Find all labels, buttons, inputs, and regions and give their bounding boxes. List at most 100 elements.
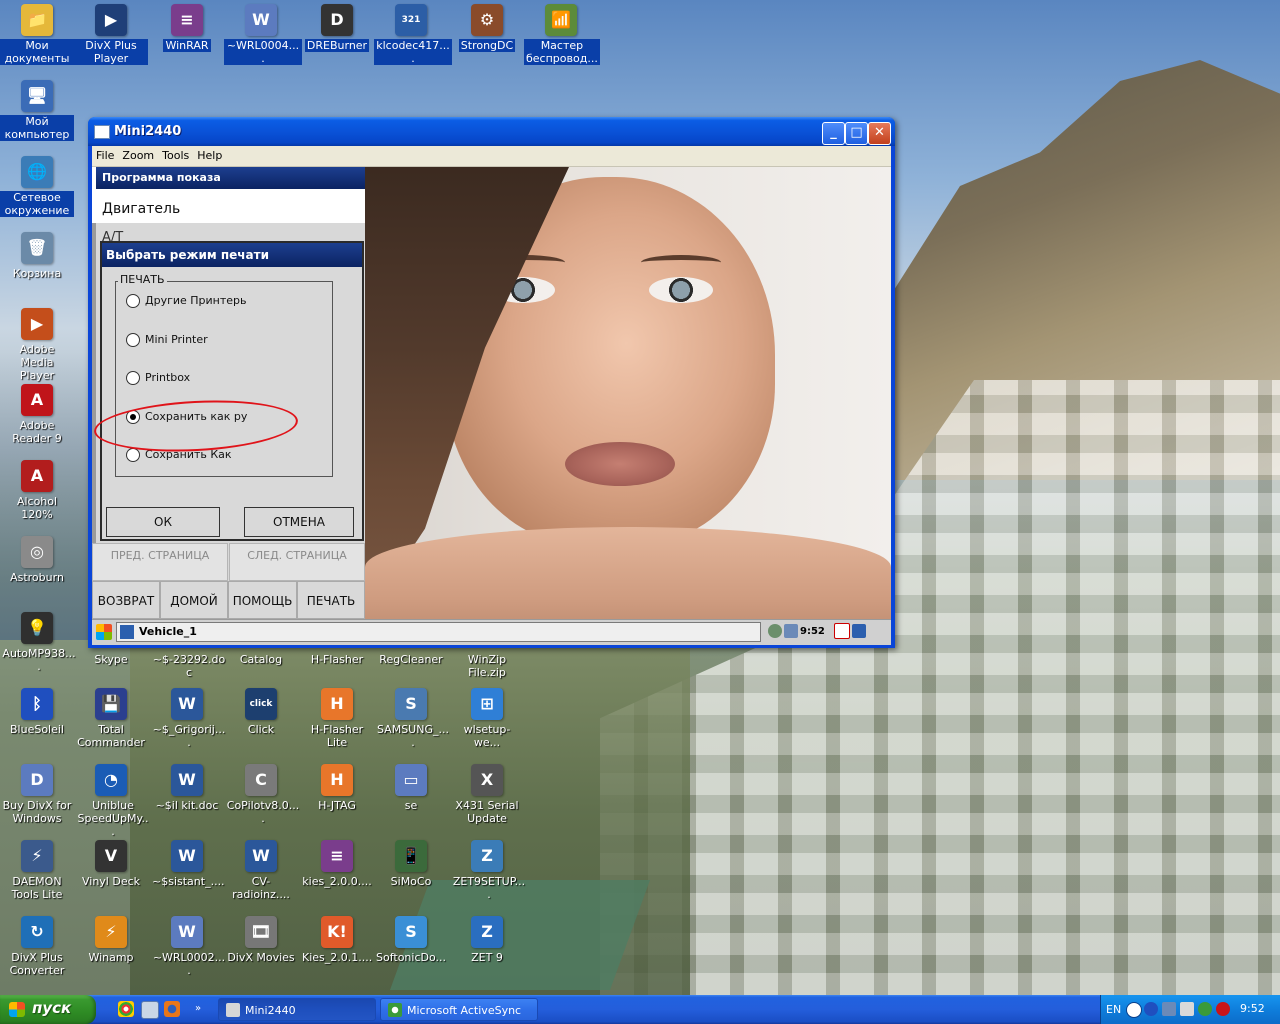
quicklaunch-overflow-icon[interactable]: »	[195, 1001, 205, 1017]
desktop-icon-adobe-reader[interactable]: A Adobe Reader 9	[0, 384, 74, 445]
window-titlebar[interactable]: Mini2440 _ □ ✕	[88, 117, 895, 146]
print-button[interactable]: ПЕЧАТЬ	[297, 581, 365, 619]
desktop-icon-astroburn[interactable]: ◎ Astroburn	[0, 536, 74, 584]
back-button[interactable]: ВОЗВРАТ	[92, 581, 160, 619]
device-task-vehicle[interactable]: Vehicle_1	[116, 622, 761, 642]
desktop-icon-uniblue[interactable]: ◔ Uniblue SpeedUpMy...	[74, 764, 148, 838]
desktop-icon-zet9setup[interactable]: Z ZET9SETUP....	[450, 840, 525, 901]
desktop-icon-x431[interactable]: X X431 Serial Update	[450, 764, 524, 825]
desktop-icon-label: ~$sistant_....	[152, 875, 225, 888]
desktop-icon-doc23292[interactable]: ~$-23292.doc	[150, 650, 225, 679]
tray-bluetooth-icon[interactable]	[1144, 1002, 1158, 1016]
device-sync-icon[interactable]	[784, 624, 798, 638]
desktop-icon-softonic[interactable]: S SoftonicDo...	[374, 916, 448, 964]
tray-activesync-icon[interactable]	[1198, 1002, 1212, 1016]
desktop-icon-network[interactable]: 🌐 Сетевое окружение	[0, 156, 74, 217]
chrome-icon[interactable]	[118, 1001, 134, 1017]
tray-volume-icon[interactable]	[1180, 1002, 1194, 1016]
radio-dot[interactable]	[126, 333, 140, 347]
desktop-icon-wlsetup[interactable]: ⊞ wlsetup-we...	[450, 688, 524, 749]
panel-item-engine[interactable]: Двигатель	[102, 201, 180, 217]
radio-save-as[interactable]: Сохранить Как	[126, 447, 232, 463]
tray-network-icon[interactable]	[1162, 1002, 1176, 1016]
desktop-icon-kies200[interactable]: ≡ kies_2.0.0....	[300, 840, 374, 888]
desktop-icon-sistant[interactable]: W ~$sistant_....	[150, 840, 225, 888]
radio-dot[interactable]	[126, 448, 140, 462]
desktop-icon-klcodec[interactable]: 321 klcodec417....	[374, 4, 452, 65]
radio-other-printers[interactable]: Другие Принтерь	[126, 293, 247, 309]
desktop-icon-bluesoleil[interactable]: ᛒ BlueSoleil	[0, 688, 74, 736]
tray-antivirus-icon[interactable]	[1216, 1002, 1230, 1016]
desktop-icon-adobe-media-player[interactable]: ▶ Adobe Media Player	[0, 308, 74, 382]
start-button[interactable]: пуск	[0, 995, 96, 1024]
desktop-icon-automp[interactable]: 💡 AutoMP938....	[0, 612, 76, 673]
desktop-icon-total-commander[interactable]: 💾 Total Commander	[74, 688, 148, 749]
tray-chevron-icon[interactable]	[1126, 1002, 1142, 1018]
device-pen-icon[interactable]	[834, 623, 851, 639]
desktop-icon-divx-movies[interactable]: 🎞 DivX Movies	[224, 916, 298, 964]
desktop-icon-recycle-bin[interactable]: 🗑 Корзина	[0, 232, 74, 280]
radio-save-as-py[interactable]: Сохранить как ру	[126, 409, 247, 425]
next-page-button[interactable]: СЛЕД. СТРАНИЦА	[229, 543, 365, 581]
radio-dot[interactable]	[126, 371, 140, 385]
desktop-icon-winrar[interactable]: ≡ WinRAR	[150, 4, 224, 52]
desktop-icon-divx-plus-player[interactable]: ▶ DivX Plus Player	[74, 4, 148, 65]
desktop-icon-winamp[interactable]: ⚡ Winamp	[74, 916, 148, 964]
cancel-button[interactable]: ОТМЕНА	[244, 507, 354, 537]
desktop-icon-h-flasher-lite[interactable]: H H-Flasher Lite	[300, 688, 374, 749]
firefox-icon[interactable]	[164, 1001, 180, 1017]
desktop-icon-wrl0004[interactable]: W ~WRL0004....	[224, 4, 302, 65]
close-button[interactable]: ✕	[868, 122, 891, 145]
device-start-icon[interactable]	[96, 624, 112, 640]
desktop-icon-winzip[interactable]: WinZip File.zip	[450, 650, 524, 679]
device-globe-icon[interactable]	[768, 624, 782, 638]
desktop-icon-daemon-tools[interactable]: ⚡ DAEMON Tools Lite	[0, 840, 74, 901]
menu-help[interactable]: Help	[193, 146, 226, 165]
radio-dot[interactable]	[126, 294, 140, 308]
desktop-icon-cv-radio[interactable]: W CV-radioinz....	[224, 840, 298, 901]
ok-button[interactable]: ОК	[106, 507, 220, 537]
desktop-icon-divx-converter[interactable]: ↻ DivX Plus Converter	[0, 916, 74, 977]
desktop-icon-my-documents[interactable]: 📁 Мои документы	[0, 4, 74, 65]
radio-printbox[interactable]: Printbox	[126, 370, 190, 386]
desktop-icon-wrl0002[interactable]: W ~WRL0002....	[150, 916, 225, 977]
desktop-icon-kit-doc[interactable]: W ~$il kit.doc	[150, 764, 224, 812]
desktop-icon-strongdc[interactable]: ⚙ StrongDC	[450, 4, 524, 52]
desktop-icon-vinyl-deck[interactable]: V Vinyl Deck	[74, 840, 148, 888]
desktop-icon-catalog[interactable]: Catalog	[224, 650, 298, 666]
desktop-icon-alcohol[interactable]: A Alcohol 120%	[0, 460, 74, 521]
desktop-icon-copilot[interactable]: C CoPilotv8.0....	[224, 764, 299, 825]
taskbar-item-mini2440[interactable]: Mini2440	[218, 998, 376, 1021]
desktop-icon[interactable]	[141, 1001, 159, 1019]
minimize-button[interactable]: _	[822, 122, 845, 145]
desktop-icon-label: Мастер беспровод...	[524, 39, 600, 65]
desktop-icon-regcleaner[interactable]: RegCleaner	[374, 650, 448, 666]
taskbar-item-activesync[interactable]: Microsoft ActiveSync	[380, 998, 538, 1021]
home-button[interactable]: ДОМОЙ	[160, 581, 228, 619]
desktop-icon-buy-divx[interactable]: D Buy DivX for Windows	[0, 764, 74, 825]
desktop-icon-click[interactable]: click Click	[224, 688, 298, 736]
desktop-icon-samsung[interactable]: S SAMSUNG_....	[374, 688, 449, 749]
desktop-icon-kies201[interactable]: K! Kies_2.0.1....	[300, 916, 374, 964]
desktop-icon-h-jtag[interactable]: H H-JTAG	[300, 764, 374, 812]
desktop-icon-my-computer[interactable]: 🖥 Мой компьютер	[0, 80, 74, 141]
radio-dot-selected[interactable]	[126, 410, 140, 424]
desktop-icon-skype[interactable]: Skype	[74, 650, 148, 666]
menu-tools[interactable]: Tools	[158, 146, 193, 165]
device-windows-icon[interactable]	[852, 624, 867, 638]
help-button[interactable]: ПОМОЩЬ	[228, 581, 297, 619]
prev-page-button[interactable]: ПРЕД. СТРАНИЦА	[92, 543, 228, 581]
desktop-icon-zet9[interactable]: Z ZET 9	[450, 916, 524, 964]
zet9-icon: Z	[471, 916, 503, 948]
desktop-icon-dreburner[interactable]: D DREBurner	[300, 4, 374, 52]
desktop-icon-master-wireless[interactable]: 📶 Мастер беспровод...	[524, 4, 600, 65]
radio-mini-printer[interactable]: Mini Printer	[126, 332, 208, 348]
desktop-icon-h-flasher[interactable]: H-Flasher	[300, 650, 374, 666]
menu-file[interactable]: File	[92, 146, 118, 165]
desktop-icon-grigorij[interactable]: W ~$_Grigorij....	[150, 688, 225, 749]
language-indicator[interactable]: EN	[1106, 1003, 1121, 1016]
desktop-icon-simoco[interactable]: 📱 SiMoCo	[374, 840, 448, 888]
menu-zoom[interactable]: Zoom	[118, 146, 158, 165]
maximize-button[interactable]: □	[845, 122, 868, 145]
desktop-icon-se[interactable]: ▭ se	[374, 764, 448, 812]
